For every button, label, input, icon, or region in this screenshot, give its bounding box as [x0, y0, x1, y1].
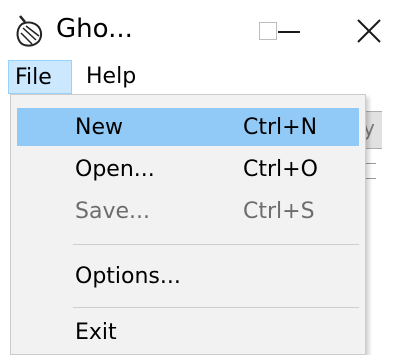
title-bar[interactable]: Gho...	[0, 0, 401, 60]
menu-item-shortcut: Ctrl+O	[243, 157, 318, 182]
menu-file-label: File	[15, 65, 52, 90]
menu-bar: File Help	[0, 60, 401, 94]
close-button[interactable]	[338, 0, 401, 60]
menu-item-open[interactable]: Open... Ctrl+O	[17, 150, 359, 188]
menu-item-shortcut: Ctrl+S	[243, 199, 315, 224]
menu-file[interactable]: File	[8, 60, 72, 94]
menu-item-shortcut: Ctrl+N	[243, 115, 318, 140]
menu-item-label: Options...	[75, 264, 181, 289]
menu-item-save[interactable]: Save... Ctrl+S	[17, 192, 359, 230]
menu-item-options[interactable]: Options...	[17, 257, 359, 295]
close-icon	[357, 19, 381, 43]
window-title: Gho...	[56, 14, 133, 44]
menu-item-label: Open...	[75, 157, 155, 182]
menu-separator	[73, 244, 359, 245]
menu-item-label: Exit	[75, 320, 117, 345]
ghost-app-icon	[16, 15, 43, 47]
menu-item-exit[interactable]: Exit	[17, 313, 359, 351]
menu-item-label: New	[75, 115, 123, 140]
menu-item-new[interactable]: New Ctrl+N	[17, 108, 359, 146]
file-menu-dropdown: New Ctrl+N Open... Ctrl+O Save... Ctrl+S…	[10, 94, 366, 355]
menu-item-label: Save...	[75, 199, 150, 224]
menu-help-label: Help	[86, 64, 137, 89]
menu-separator	[73, 307, 359, 308]
menu-help[interactable]: Help	[86, 60, 156, 94]
